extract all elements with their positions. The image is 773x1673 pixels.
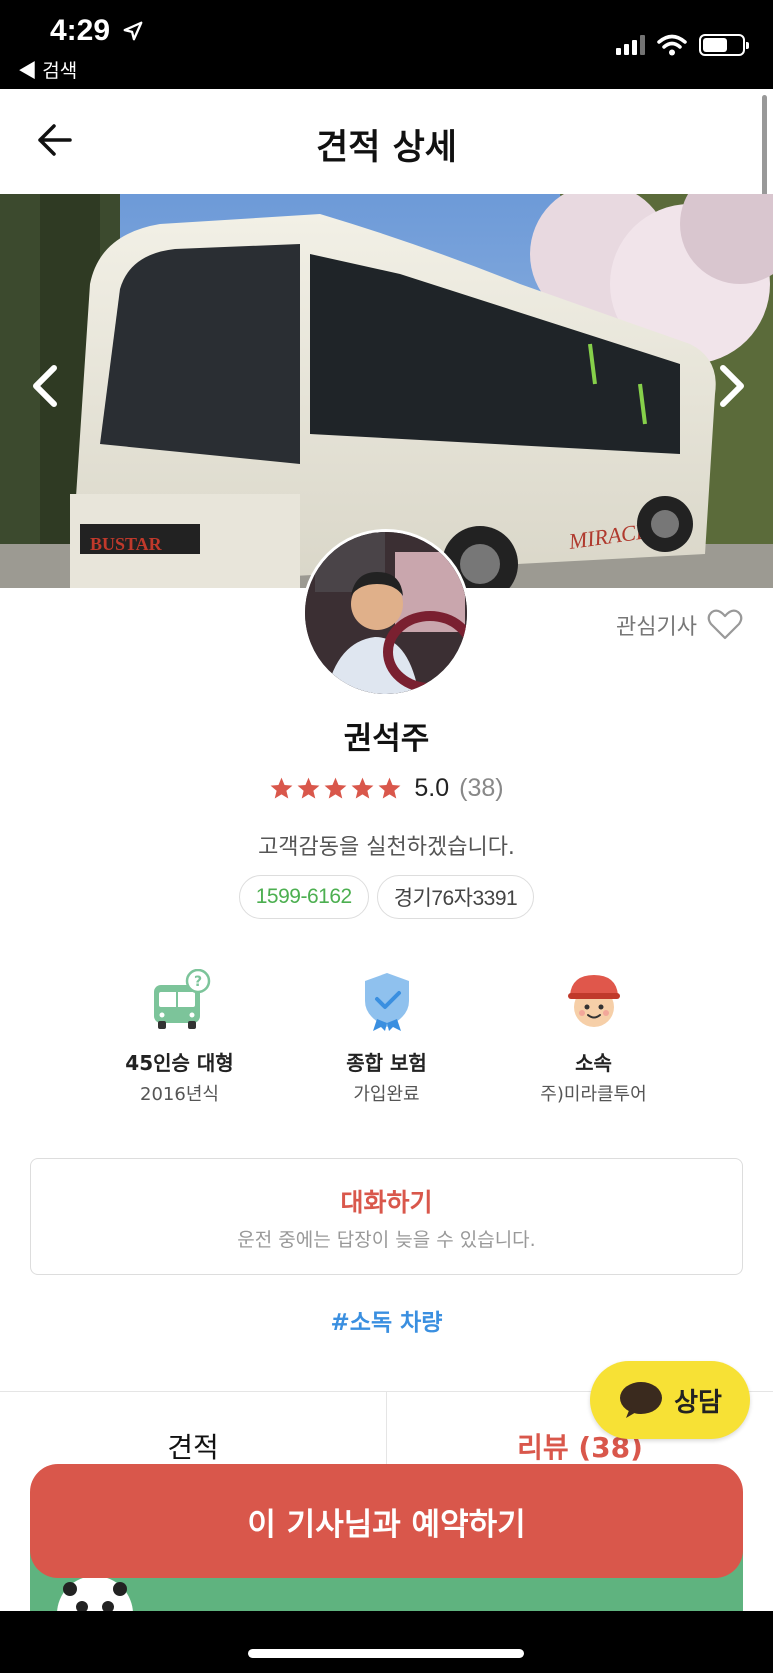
wifi-icon (657, 34, 687, 56)
status-bar: 4:29 ◀ 검색 (0, 0, 773, 89)
license-plate-chip: 경기76자3391 (376, 875, 535, 919)
top-bar: 견적 상세 (0, 89, 773, 225)
chat-bubble-icon (620, 1382, 663, 1418)
driver-name: 권석주 (343, 721, 430, 757)
heart-icon (707, 609, 743, 640)
star-icon (351, 777, 374, 799)
star-icon (297, 777, 320, 799)
home-indicator[interactable] (248, 1649, 524, 1658)
feature-insurance: 종합 보험 가입완료 (283, 969, 490, 1106)
svg-text:?: ? (193, 974, 201, 990)
rating-score: 5.0 (414, 774, 450, 802)
star-icon (270, 777, 293, 799)
feature-vehicle-title: 45인승 대형 (125, 1051, 234, 1075)
phone-chip[interactable]: 1599-6162 (238, 875, 369, 919)
chat-subtitle: 운전 중에는 답장이 늦을 수 있습니다. (237, 1229, 536, 1251)
vehicle-features: ? 45인승 대형 2016년식 종합 보험 가입완료 소속 주)미라클투어 (0, 968, 773, 1106)
feature-vehicle: ? 45인승 대형 2016년식 (76, 968, 283, 1106)
reserve-driver-button[interactable]: 이 기사님과 예약하기 (30, 1464, 743, 1578)
cellular-signal-icon (616, 35, 645, 55)
kakao-consult-label: 상담 (674, 1387, 722, 1418)
favorite-driver-toggle[interactable]: 관심기사 (616, 609, 743, 641)
kakao-consult-button[interactable]: 상담 (590, 1361, 750, 1439)
rating-count: (38) (459, 774, 504, 802)
chat-title: 대화하기 (340, 1188, 433, 1217)
battery-icon (699, 34, 749, 56)
star-icon (378, 777, 401, 799)
back-to-app-link[interactable]: ◀ 검색 (18, 56, 77, 83)
driver-cap-icon (567, 975, 620, 1027)
status-time: 4:29 (50, 14, 111, 47)
feature-affiliation-sub: 주)미라클투어 (540, 1084, 647, 1105)
driver-greeting: 고객감동을 실천하겠습니다. (258, 835, 515, 860)
hashtag-disinfected[interactable]: #소독 차량 (0, 1303, 773, 1337)
bus-icon: ? (153, 968, 210, 1029)
feature-affiliation: 소속 주)미라클투어 (490, 969, 697, 1106)
carousel-prev-icon[interactable] (28, 362, 62, 410)
home-indicator-area (0, 1611, 773, 1673)
star-icon (324, 777, 347, 799)
feature-vehicle-sub: 2016년식 (140, 1084, 219, 1105)
location-arrow-icon (123, 21, 143, 41)
feature-insurance-title: 종합 보험 (346, 1051, 427, 1075)
carousel-next-icon[interactable] (715, 362, 749, 410)
chat-button[interactable]: 대화하기 운전 중에는 답장이 늦을 수 있습니다. (30, 1158, 743, 1275)
svg-text:BUSTAR: BUSTAR (90, 534, 163, 554)
status-indicators (616, 34, 749, 56)
driver-info-chips: 1599-6162 경기76자3391 (0, 875, 773, 919)
rating-stars (269, 776, 402, 801)
favorite-label: 관심기사 (616, 615, 697, 640)
page-title: 견적 상세 (316, 128, 457, 168)
feature-insurance-sub: 가입완료 (353, 1084, 420, 1105)
app-screen: 견적 상세 BUSTAR MIRACLE 관심기사 권석주 5.0 (38) 고… (0, 89, 773, 1611)
feature-affiliation-title: 소속 (575, 1051, 612, 1075)
driver-rating: 5.0 (38) (0, 774, 773, 803)
insurance-shield-icon (364, 973, 409, 1031)
driver-avatar (302, 529, 470, 697)
